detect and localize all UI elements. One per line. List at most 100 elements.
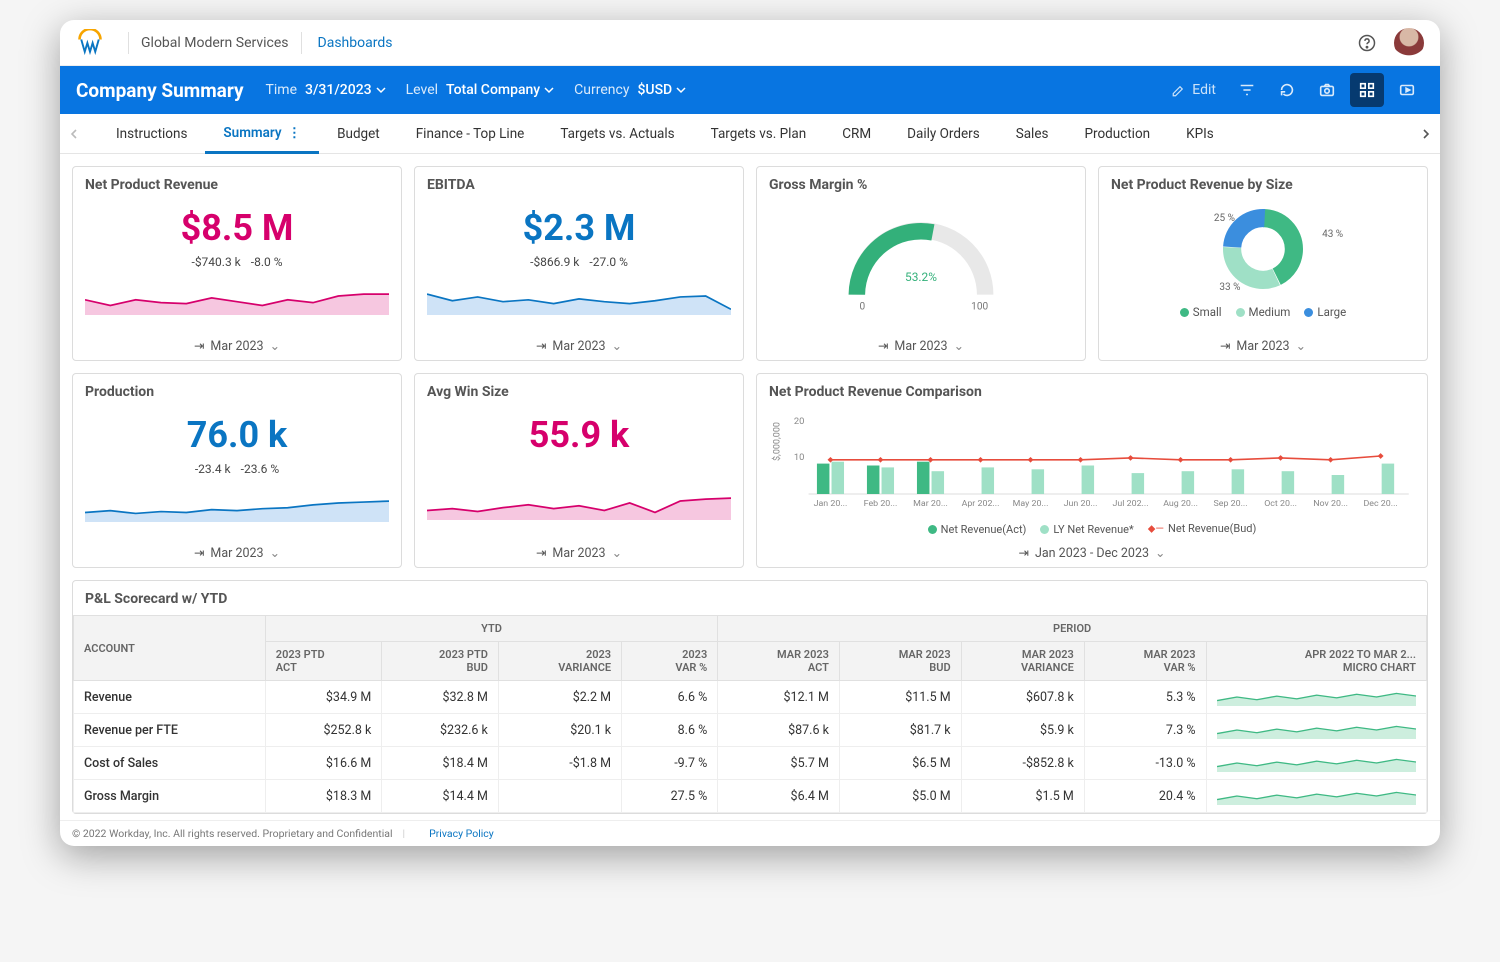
card-title: Avg Win Size <box>427 384 731 400</box>
micro-chart <box>1206 747 1426 780</box>
card-title: Gross Margin % <box>769 177 1073 193</box>
table-row[interactable]: Gross Margin$18.3 M$14.4 M27.5 %$6.4 M$5… <box>74 780 1427 813</box>
tab-budget[interactable]: Budget <box>319 114 398 154</box>
micro-chart <box>1206 681 1426 714</box>
sparkline-chart <box>427 277 731 315</box>
table-row[interactable]: Revenue$34.9 M$32.8 M$2.2 M6.6 %$12.1 M$… <box>74 681 1427 714</box>
col-ytd-varpct: 2023 VAR % <box>622 642 718 681</box>
svg-text:Jun 20...: Jun 20... <box>1064 499 1098 509</box>
card-period-selector[interactable]: ⇥Mar 2023⌄ <box>427 332 731 354</box>
micro-chart <box>1206 780 1426 813</box>
metric-delta: -$866.9 k-27.0 % <box>427 255 731 269</box>
sparkline-chart <box>85 277 389 315</box>
company-name: Global Modern Services <box>141 35 289 51</box>
svg-text:Mar 20...: Mar 20... <box>913 499 948 509</box>
metric-delta: -23.4 k-23.6 % <box>85 462 389 476</box>
col-account: ACCOUNT <box>74 616 266 681</box>
svg-text:20: 20 <box>794 416 805 427</box>
page-footer: © 2022 Workday, Inc. All rights reserved… <box>60 820 1440 846</box>
col-p-bud: MAR 2023 BUD <box>839 642 961 681</box>
filter-icon[interactable] <box>1230 73 1264 107</box>
svg-text:Aug 20...: Aug 20... <box>1163 499 1198 509</box>
comparison-bar-chart: $,000,000 20 10 Jan 20... Feb 20... Mar 20… <box>769 406 1415 516</box>
breadcrumb-dashboards[interactable]: Dashboards <box>318 35 393 51</box>
card-revenue-by-size: Net Product Revenue by Size 43 % 33 % 25… <box>1098 166 1428 361</box>
svg-text:0: 0 <box>859 301 865 312</box>
card-ebitda: EBITDA $2.3 M -$866.9 k-27.0 % ⇥Mar 2023… <box>414 166 744 361</box>
col-ytd-act: 2023 PTD ACT <box>265 642 382 681</box>
tab-summary[interactable]: Summary⋮ <box>205 114 319 154</box>
col-ytd-var: 2023 VARIANCE <box>498 642 621 681</box>
svg-text:$,000,000: $,000,000 <box>771 422 782 461</box>
donut-chart: 43 % 33 % 25 % <box>1158 199 1368 299</box>
filter-level[interactable]: Level Total Company <box>406 82 555 98</box>
tab-targets-vs-actuals[interactable]: Targets vs. Actuals <box>542 114 692 154</box>
tab-sales[interactable]: Sales <box>998 114 1067 154</box>
tab-daily-orders[interactable]: Daily Orders <box>889 114 998 154</box>
sparkline-chart <box>85 484 389 522</box>
present-icon[interactable] <box>1390 73 1424 107</box>
card-period-selector[interactable]: ⇥Mar 2023⌄ <box>769 332 1073 354</box>
tab-menu-icon[interactable]: ⋮ <box>288 125 302 141</box>
micro-chart <box>1206 714 1426 747</box>
col-p-varpct: MAR 2023 VAR % <box>1084 642 1206 681</box>
col-group-ytd: YTD <box>265 616 717 642</box>
svg-text:53.2%: 53.2% <box>905 270 937 284</box>
snapshot-icon[interactable] <box>1310 73 1344 107</box>
tab-kpis[interactable]: KPIs <box>1168 114 1232 154</box>
col-p-act: MAR 2023 ACT <box>718 642 840 681</box>
tab-bar: InstructionsSummary⋮BudgetFinance - Top … <box>60 114 1440 154</box>
card-title: Net Product Revenue <box>85 177 389 193</box>
tab-scroll-right[interactable] <box>1412 114 1440 154</box>
svg-text:Feb 20...: Feb 20... <box>864 499 898 509</box>
tab-targets-vs-plan[interactable]: Targets vs. Plan <box>693 114 825 154</box>
user-avatar[interactable] <box>1394 28 1424 58</box>
col-ytd-bud: 2023 PTD BUD <box>382 642 499 681</box>
card-net-product-revenue: Net Product Revenue $8.5 M -$740.3 k-8.0… <box>72 166 402 361</box>
table-row[interactable]: Cost of Sales$16.6 M$18.4 M-$1.8 M-9.7 %… <box>74 747 1427 780</box>
card-period-selector[interactable]: ⇥Jan 2023 - Dec 2023⌄ <box>769 539 1415 561</box>
card-period-selector[interactable]: ⇥Mar 2023⌄ <box>1111 332 1415 354</box>
footer-copyright: © 2022 Workday, Inc. All rights reserved… <box>72 827 393 840</box>
svg-text:Oct 20...: Oct 20... <box>1264 499 1297 509</box>
chevron-down-icon <box>544 85 554 95</box>
footer-privacy-link[interactable]: Privacy Policy <box>429 827 494 840</box>
svg-text:May 20...: May 20... <box>1013 499 1049 509</box>
card-period-selector[interactable]: ⇥Mar 2023⌄ <box>85 332 389 354</box>
filter-time[interactable]: Time 3/31/2023 <box>266 82 386 98</box>
filter-currency[interactable]: Currency $USD <box>574 82 686 98</box>
svg-text:43 %: 43 % <box>1322 229 1343 240</box>
edit-button[interactable]: Edit <box>1171 82 1216 98</box>
svg-text:Jan 20...: Jan 20... <box>814 499 848 509</box>
svg-text:25 %: 25 % <box>1214 213 1235 224</box>
card-title: Net Product Revenue Comparison <box>769 384 1415 400</box>
grid-view-icon[interactable] <box>1350 73 1384 107</box>
card-production: Production 76.0 k -23.4 k-23.6 % ⇥Mar 20… <box>72 373 402 568</box>
card-avg-win-size: Avg Win Size 55.9 k ⇥Mar 2023⌄ <box>414 373 744 568</box>
col-p-var: MAR 2023 VARIANCE <box>961 642 1084 681</box>
page-title: Company Summary <box>76 79 244 102</box>
workday-logo-icon[interactable] <box>76 29 104 57</box>
refresh-icon[interactable] <box>1270 73 1304 107</box>
card-title: P&L Scorecard w/ YTD <box>85 591 1415 607</box>
tab-production[interactable]: Production <box>1066 114 1168 154</box>
svg-text:Jul 202...: Jul 202... <box>1113 499 1149 509</box>
chevron-down-icon <box>376 85 386 95</box>
page-toolbar: Company Summary Time 3/31/2023 Level Tot… <box>60 66 1440 114</box>
table-row[interactable]: Revenue per FTE$252.8 k$232.6 k$20.1 k8.… <box>74 714 1427 747</box>
donut-legend: Small Medium Large <box>1111 305 1415 319</box>
tab-scroll-left[interactable] <box>60 114 88 154</box>
card-period-selector[interactable]: ⇥Mar 2023⌄ <box>85 539 389 561</box>
card-period-selector[interactable]: ⇥Mar 2023⌄ <box>427 539 731 561</box>
svg-text:33 %: 33 % <box>1219 282 1240 293</box>
comparison-legend: Net Revenue(Act) LY Net Revenue* ⬥—Net R… <box>769 522 1415 536</box>
help-icon[interactable] <box>1356 32 1378 54</box>
svg-text:10: 10 <box>794 452 805 463</box>
tab-instructions[interactable]: Instructions <box>98 114 205 154</box>
svg-text:Apr 202...: Apr 202... <box>962 499 1000 509</box>
chevron-down-icon <box>676 85 686 95</box>
tab-crm[interactable]: CRM <box>824 114 889 154</box>
tab-finance-top-line[interactable]: Finance - Top Line <box>398 114 543 154</box>
svg-text:Dec 20...: Dec 20... <box>1363 499 1397 509</box>
svg-text:Nov 20...: Nov 20... <box>1313 499 1348 509</box>
